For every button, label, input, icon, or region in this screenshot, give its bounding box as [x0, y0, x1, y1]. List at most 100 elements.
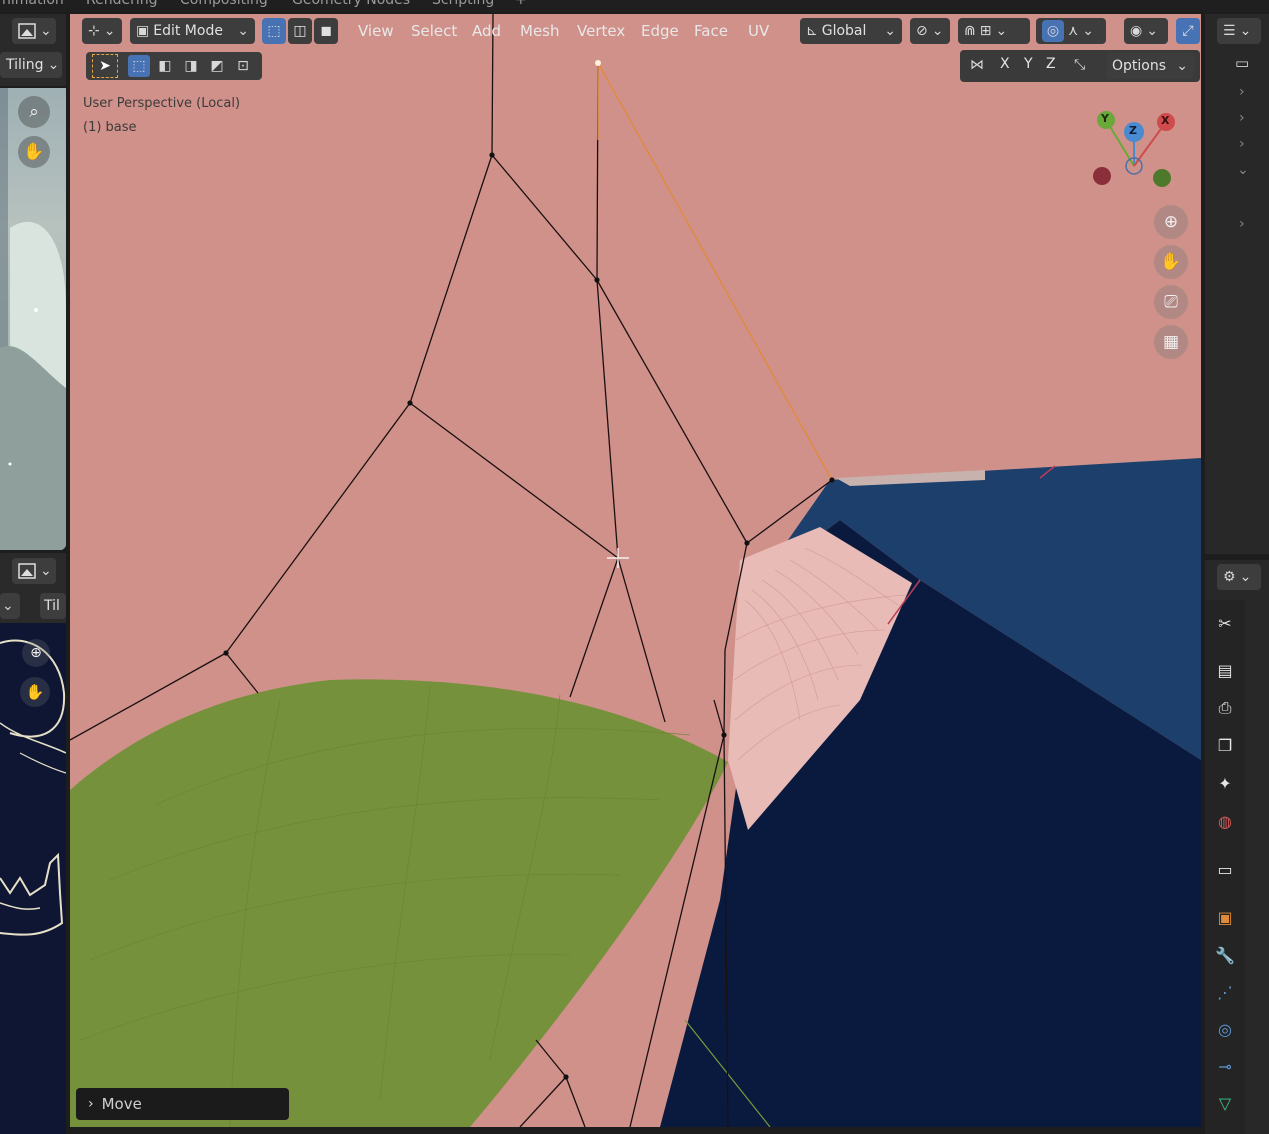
object-tab-icon[interactable]: ▣ — [1212, 904, 1238, 930]
select-new-icon[interactable]: ⬚ — [128, 55, 150, 77]
menu-face[interactable]: Face — [694, 22, 728, 40]
select-subtract-icon[interactable]: ◨ — [180, 58, 202, 74]
face-select-icon[interactable]: ◼ — [314, 18, 338, 44]
select-invert-icon[interactable]: ◩ — [206, 58, 228, 74]
physics-tab-icon[interactable]: ◎ — [1212, 1016, 1238, 1042]
auto-merge-icon[interactable]: ⤡ — [1074, 57, 1085, 73]
left-bottom-editor-header: ⌄ ⌄ Til — [0, 553, 66, 623]
chevron-right-icon: › — [88, 1096, 94, 1112]
menu-add[interactable]: Add — [472, 22, 501, 40]
particles-tab-icon[interactable]: ⋰ — [1212, 979, 1238, 1005]
world-tab-icon[interactable]: ◍ — [1212, 808, 1238, 834]
tool-tab-icon[interactable]: ✂ — [1212, 610, 1238, 636]
left-image-preview: ⌕ ✋ — [0, 88, 66, 550]
chevron-down-icon: ⌄ — [884, 23, 896, 39]
image-editor-icon — [18, 23, 36, 39]
workspace-tab-animation[interactable]: nimation — [2, 0, 64, 8]
view-layer-tab-icon[interactable]: ❐ — [1212, 732, 1238, 758]
modifier-tab-icon[interactable]: 🔧 — [1212, 942, 1238, 968]
scene-tab-icon[interactable]: ✦ — [1212, 770, 1238, 796]
chevron-down-icon: ⌄ — [995, 23, 1008, 39]
menu-uv[interactable]: UV — [748, 22, 769, 40]
snapping-group[interactable]: ⋒ ⊞ ⌄ — [958, 18, 1030, 44]
tiling-dropdown[interactable]: Tiling ⌄ — [0, 52, 62, 78]
mirror-z-toggle[interactable]: Z — [1046, 56, 1056, 72]
transform-orientation-dropdown[interactable]: ⊾ Global ⌄ — [800, 18, 902, 44]
output-tab-icon[interactable]: ⎙ — [1212, 695, 1238, 721]
workspace-tab-compositing[interactable]: Compositing — [180, 0, 268, 8]
menu-view[interactable]: View — [358, 22, 394, 40]
last-operator-panel[interactable]: › Move — [76, 1088, 289, 1120]
vertex-select-icon[interactable]: ⬚ — [262, 18, 286, 44]
hand-pan-icon[interactable]: ✋ — [20, 677, 50, 707]
navigation-gizmo[interactable]: Y Z X — [1086, 104, 1186, 200]
mode-dropdown[interactable]: ▣ Edit Mode ⌄ — [130, 18, 255, 44]
falloff-icon: ⋏ — [1068, 23, 1079, 39]
zoom-icon[interactable]: ⌕ — [18, 96, 50, 128]
mode-label: Edit Mode — [153, 23, 223, 39]
ortho-grid-icon[interactable]: ▦ — [1154, 325, 1188, 359]
select-extend-icon[interactable]: ◧ — [154, 58, 176, 74]
camera-view-icon[interactable]: ⎚ — [1154, 285, 1188, 319]
hand-pan-icon[interactable]: ✋ — [18, 136, 50, 168]
workspace-tab-rendering[interactable]: Rendering — [86, 0, 158, 8]
menu-select[interactable]: Select — [411, 22, 457, 40]
options-label: Options — [1112, 58, 1167, 74]
editor-type-button[interactable]: ⌄ — [12, 558, 56, 584]
chevron-down-icon: ⌄ — [1239, 569, 1252, 585]
proportional-editing-group[interactable]: ◎ ⋏ ⌄ — [1036, 18, 1106, 44]
dropdown-button[interactable]: ⌄ — [0, 593, 20, 619]
render-tab-icon[interactable]: ▤ — [1212, 657, 1238, 683]
select-intersect-icon[interactable]: ⊡ — [232, 58, 254, 74]
xray-toggle-icon[interactable]: ⤢ — [1176, 18, 1200, 44]
gizmo-z-label: Z — [1129, 124, 1137, 137]
chevron-right-icon[interactable]: › — [1239, 216, 1245, 232]
outliner-editor-icon: ☰ — [1223, 23, 1236, 39]
chevron-down-icon: ⌄ — [47, 57, 60, 73]
workspace-tabs: nimation Rendering Compositing Geometry … — [0, 0, 1269, 12]
visibility-dropdown[interactable]: ◉ ⌄ — [1124, 18, 1168, 44]
chevron-down-icon: ⌄ — [931, 23, 944, 39]
workspace-tab-geometry-nodes[interactable]: Geometry Nodes — [292, 0, 410, 8]
tiling-dropdown[interactable]: Til — [40, 593, 66, 619]
options-dropdown[interactable]: Options ⌄ — [1106, 53, 1194, 79]
view-label: User Perspective (Local) — [83, 96, 241, 111]
gizmo-x-label: X — [1161, 114, 1170, 127]
hand-pan-icon[interactable]: ✋ — [1154, 245, 1188, 279]
workspace-tab-scripting[interactable]: Scripting — [432, 0, 494, 8]
zoom-icon[interactable]: ⊕ — [22, 639, 50, 667]
outliner: ☰ ⌄ ▭ › › › ⌄ › — [1205, 14, 1269, 554]
zoom-icon[interactable]: ⊕ — [1154, 205, 1188, 239]
mirror-x-toggle[interactable]: X — [1000, 56, 1010, 72]
eye-icon: ◉ — [1130, 23, 1143, 39]
editor-type-button[interactable]: ⊹ ⌄ — [82, 18, 122, 44]
collection-tab-icon[interactable]: ▭ — [1212, 856, 1238, 882]
chevron-right-icon[interactable]: › — [1239, 136, 1245, 152]
menu-mesh[interactable]: Mesh — [520, 22, 560, 40]
pivot-point-dropdown[interactable]: ⊘ ⌄ — [910, 18, 950, 44]
edge-select-icon[interactable]: ◫ — [288, 18, 312, 44]
menu-vertex[interactable]: Vertex — [577, 22, 625, 40]
chevron-down-icon: ⌄ — [2, 598, 14, 614]
3d-viewport[interactable] — [70, 14, 1201, 1127]
left-drawing-canvas: ⊕ ✋ — [0, 623, 66, 1134]
chevron-down-icon[interactable]: ⌄ — [1237, 162, 1249, 178]
left-top-editor-header: ⌄ Tiling ⌄ — [0, 14, 66, 86]
edit-mode-icon: ▣ — [136, 23, 150, 39]
cursor-select-icon[interactable]: ➤ — [92, 54, 118, 78]
mirror-y-toggle[interactable]: Y — [1024, 56, 1033, 72]
editor-type-button[interactable]: ⚙ ⌄ — [1217, 564, 1261, 590]
menu-edge[interactable]: Edge — [641, 22, 679, 40]
chevron-down-icon: ⌄ — [103, 23, 116, 39]
tool-settings-bar: ➤ ⬚ ◧ ◨ ◩ ⊡ — [86, 52, 262, 80]
editor-type-button[interactable]: ☰ ⌄ — [1217, 18, 1261, 44]
chevron-right-icon[interactable]: › — [1239, 84, 1245, 100]
chevron-down-icon: ⌄ — [1082, 23, 1094, 39]
add-workspace-icon[interactable]: + — [515, 0, 527, 8]
select-mode-group: ⬚ ◫ ◼ — [262, 18, 338, 44]
constraints-tab-icon[interactable]: ⊸ — [1212, 1053, 1238, 1079]
chevron-down-icon: ⌄ — [1146, 23, 1158, 39]
object-data-tab-icon[interactable]: ▽ — [1212, 1090, 1238, 1116]
editor-type-button[interactable]: ⌄ — [12, 18, 56, 44]
chevron-right-icon[interactable]: › — [1239, 110, 1245, 126]
